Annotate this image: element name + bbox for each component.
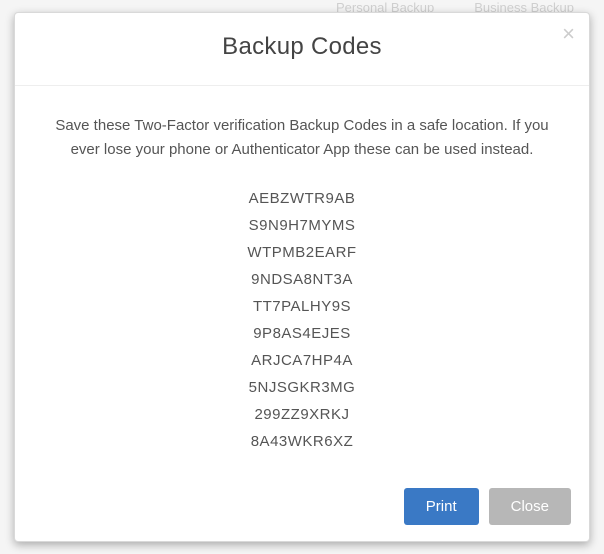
backup-codes-modal: Backup Codes × Save these Two-Factor ver… [14,12,590,542]
backup-code: TT7PALHY9S [253,298,351,315]
backup-code: WTPMB2EARF [247,244,356,261]
backup-code: 9P8AS4EJES [253,325,351,342]
modal-body: Save these Two-Factor verification Backu… [15,86,589,474]
backup-code: 299ZZ9XRKJ [254,406,349,423]
close-button[interactable]: Close [489,488,571,525]
backup-code: 8A43WKR6XZ [251,433,354,450]
print-button[interactable]: Print [404,488,479,525]
backup-code: ARJCA7HP4A [251,352,353,369]
close-icon[interactable]: × [562,23,575,45]
modal-header: Backup Codes × [15,13,589,86]
backup-codes-list: AEBZWTR9AB S9N9H7MYMS WTPMB2EARF 9NDSA8N… [45,190,559,450]
backup-code: 5NJSGKR3MG [249,379,356,396]
backup-code: 9NDSA8NT3A [251,271,353,288]
backup-code: AEBZWTR9AB [249,190,356,207]
modal-title: Backup Codes [35,33,569,61]
instructions-text: Save these Two-Factor verification Backu… [45,114,559,162]
modal-footer: Print Close [15,474,589,541]
backup-code: S9N9H7MYMS [249,217,356,234]
